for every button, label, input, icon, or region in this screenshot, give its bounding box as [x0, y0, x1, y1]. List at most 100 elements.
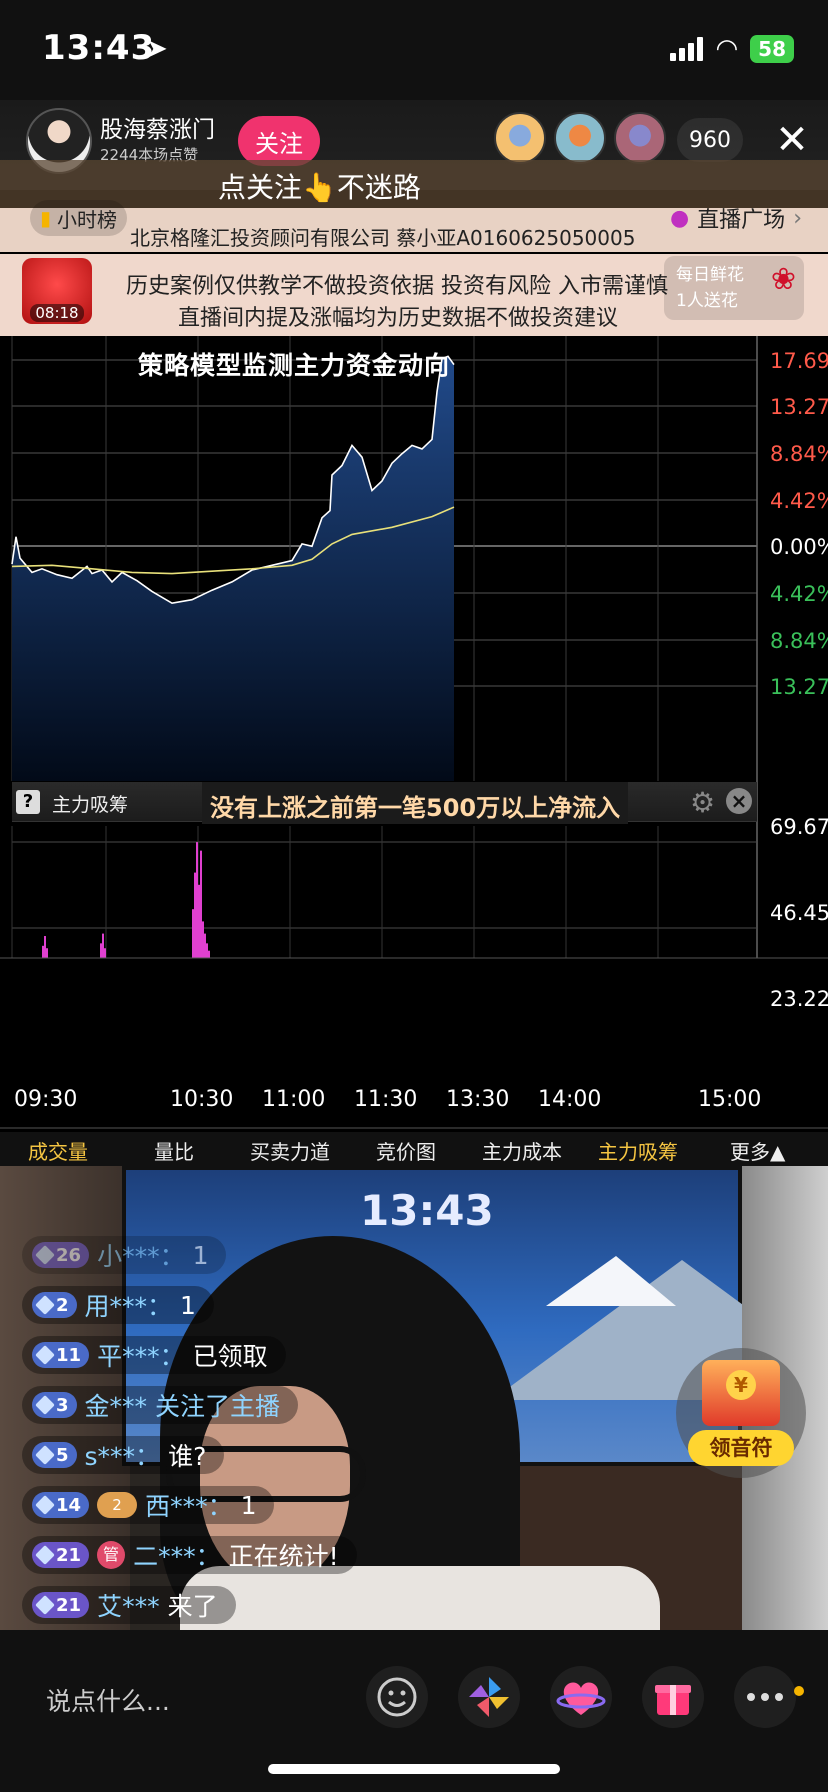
- chat-username[interactable]: 二***：: [133, 1537, 221, 1573]
- fan-heart-badge: 2: [97, 1492, 138, 1518]
- volume-bar: [200, 850, 202, 958]
- chat-message[interactable]: 11 平***： 已领取: [22, 1336, 286, 1374]
- cellular-signal-icon: [670, 37, 704, 61]
- lucky-bag-timer: 08:18: [30, 304, 84, 322]
- chat-text: 1: [180, 1290, 196, 1320]
- price-axis-label: 4.42%: [770, 489, 828, 513]
- tab-volume-ratio[interactable]: 量比: [154, 1136, 194, 1165]
- chat-username[interactable]: 西***：: [145, 1487, 233, 1523]
- tab-auction-chart[interactable]: 竞价图: [376, 1136, 436, 1165]
- chat-username[interactable]: 小***：: [97, 1237, 185, 1273]
- emoji-button[interactable]: [366, 1666, 428, 1728]
- chevron-right-icon: ›: [793, 205, 802, 231]
- viewer-avatar-1[interactable]: [494, 112, 546, 164]
- heart-planet-button[interactable]: [550, 1666, 612, 1728]
- tab-more[interactable]: 更多▲: [730, 1136, 785, 1165]
- price-axis-label: 8.84%: [770, 629, 828, 653]
- location-arrow-icon: ➤: [146, 34, 168, 64]
- tab-volume[interactable]: 成交量: [28, 1136, 88, 1165]
- chat-message[interactable]: 3 金*** 关注了主播: [22, 1386, 299, 1424]
- pinwheel-button[interactable]: [458, 1666, 520, 1728]
- chat-username[interactable]: s***：: [85, 1437, 161, 1473]
- chat-username[interactable]: 用***：: [85, 1287, 173, 1323]
- viewer-count[interactable]: 960: [677, 118, 743, 162]
- help-icon[interactable]: ?: [16, 790, 40, 814]
- function-tabs: 成交量 量比 买卖力道 竞价图 主力成本 主力吸筹 更多▲: [0, 1132, 828, 1166]
- diamond-icon: [35, 1245, 55, 1265]
- claim-notes-button[interactable]: 领音符: [688, 1430, 794, 1466]
- time-axis-label: 09:30: [14, 1087, 77, 1112]
- chat-message[interactable]: 2 用***： 1: [22, 1286, 214, 1324]
- tab-main-cost[interactable]: 主力成本: [482, 1136, 562, 1165]
- chat-message[interactable]: 5 s***： 谁?: [22, 1436, 225, 1474]
- tab-buy-sell-power[interactable]: 买卖力道: [250, 1136, 330, 1165]
- viewer-avatar-3[interactable]: [614, 112, 666, 164]
- chat-username[interactable]: 平***：: [97, 1337, 185, 1373]
- home-indicator[interactable]: [268, 1764, 560, 1774]
- live-plaza-button[interactable]: ● 直播广场 ›: [658, 200, 814, 236]
- streamer-shirt: [180, 1566, 660, 1630]
- time-axis-label: 11:00: [262, 1087, 325, 1112]
- level-badge: 21: [32, 1592, 90, 1618]
- price-axis-label: 8.84%: [770, 442, 828, 466]
- chat-text: 谁?: [168, 1442, 207, 1471]
- level-number: 14: [56, 1494, 82, 1516]
- time-axis-label: 15:00: [698, 1087, 761, 1112]
- status-time: 13:43: [42, 28, 156, 68]
- gear-icon[interactable]: ⚙: [690, 786, 715, 819]
- price-axis-label: 4.42%: [770, 582, 828, 606]
- diamond-icon: [35, 1495, 55, 1515]
- video-snowcap: [546, 1256, 676, 1306]
- follow-button[interactable]: 关注: [238, 116, 320, 166]
- treasure-chest-button[interactable]: ¥ 领音符: [676, 1348, 806, 1478]
- volume-bar: [206, 943, 208, 958]
- level-badge: 5: [32, 1442, 77, 1468]
- close-icon[interactable]: ✕: [770, 118, 814, 162]
- chat-username[interactable]: 艾***: [97, 1587, 160, 1623]
- level-badge: 11: [32, 1342, 90, 1368]
- gift-button[interactable]: [642, 1666, 704, 1728]
- time-axis-label: 13:30: [446, 1087, 509, 1112]
- lucky-bag-button[interactable]: 08:18: [22, 258, 92, 324]
- level-badge: 26: [32, 1242, 90, 1268]
- daily-flower-widget[interactable]: 每日鲜花 1人送花 ❀: [664, 256, 804, 320]
- volume-bar: [100, 943, 102, 958]
- diamond-icon: [35, 1395, 55, 1415]
- chat-message[interactable]: 26 小***： 1: [22, 1236, 227, 1274]
- chat-message[interactable]: 21 管 二***： 正在统计!: [22, 1536, 357, 1574]
- volume-bar: [202, 921, 204, 958]
- volume-bar: [44, 936, 46, 958]
- volume-bar: [196, 842, 198, 958]
- host-name[interactable]: 股海蔡涨门: [100, 110, 215, 144]
- chat-text: 1: [192, 1240, 209, 1270]
- level-badge: 2: [32, 1292, 77, 1318]
- bottom-bar: 说点什么...: [0, 1630, 828, 1792]
- hourly-rank-button[interactable]: ▮ 小时榜: [30, 200, 128, 236]
- time-axis-label: 10:30: [170, 1087, 233, 1112]
- level-badge: 14: [32, 1492, 90, 1518]
- chat-username[interactable]: 金***: [85, 1387, 148, 1423]
- notification-dot: [794, 1686, 804, 1696]
- gift-icon: [655, 1685, 691, 1715]
- price-axis-label: 13.27: [770, 675, 828, 699]
- level-number: 21: [56, 1594, 82, 1616]
- pinwheel-icon: [469, 1677, 509, 1717]
- hourly-rank-label: 小时榜: [57, 207, 118, 232]
- indicator-caption: 没有上涨之前第一笔500万以上净流入: [202, 782, 629, 824]
- diamond-icon: [35, 1345, 55, 1365]
- more-button[interactable]: [734, 1666, 796, 1728]
- price-axis-label: 0.00%: [770, 535, 828, 559]
- chat-message[interactable]: 14 2 西***： 1: [22, 1486, 275, 1524]
- chat-message[interactable]: 21 艾*** 来了: [22, 1586, 236, 1624]
- close-indicator-icon[interactable]: ×: [726, 788, 752, 814]
- comment-input[interactable]: 说点什么...: [46, 1682, 170, 1718]
- chat-text: 1: [240, 1490, 257, 1520]
- tab-main-accumulation[interactable]: 主力吸筹: [598, 1136, 678, 1165]
- status-bar: 13:43 ➤ ◠ 58: [0, 0, 828, 100]
- viewer-avatar-2[interactable]: [554, 112, 606, 164]
- time-axis-label: 14:00: [538, 1087, 601, 1112]
- volume-bar: [192, 909, 194, 958]
- volume-bar: [208, 950, 210, 958]
- volume-bar: [204, 933, 206, 958]
- level-number: 21: [56, 1544, 82, 1566]
